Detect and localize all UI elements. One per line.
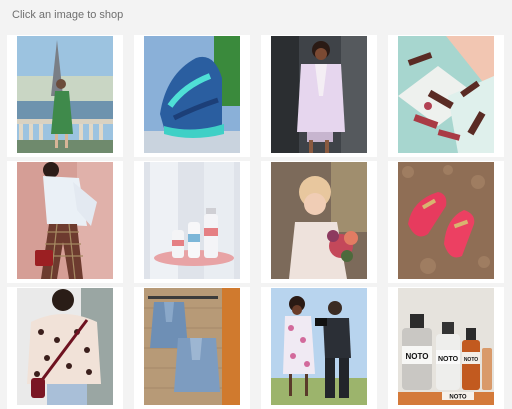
tile-lipsticks[interactable] bbox=[388, 35, 504, 157]
tile-floral-top[interactable] bbox=[7, 287, 123, 409]
noto-label-4: NOTO bbox=[449, 395, 467, 401]
teal-sneaker-image bbox=[144, 36, 240, 153]
tile-white-blouse[interactable] bbox=[7, 161, 123, 283]
bride-image bbox=[271, 162, 367, 279]
image-grid: NOTO NOTO NOTO NOTO bbox=[7, 35, 505, 409]
tile-teal-sneaker[interactable] bbox=[134, 35, 250, 157]
white-blouse-image bbox=[17, 162, 113, 279]
noto-label-1: NOTO bbox=[406, 352, 429, 361]
photo-shoot-image bbox=[271, 288, 367, 405]
denim-jackets-image bbox=[144, 288, 240, 405]
tile-noto-products[interactable]: NOTO NOTO NOTO NOTO bbox=[388, 287, 504, 409]
page-instruction: Click an image to shop bbox=[12, 9, 124, 21]
tile-skincare[interactable] bbox=[134, 161, 250, 283]
tile-photo-shoot[interactable] bbox=[261, 287, 377, 409]
tile-pink-loafers[interactable] bbox=[388, 161, 504, 283]
pink-blazer-image bbox=[271, 36, 367, 153]
skincare-image bbox=[144, 162, 240, 279]
tile-paris-outfit[interactable] bbox=[7, 35, 123, 157]
tile-bride[interactable] bbox=[261, 161, 377, 283]
pink-loafers-image bbox=[398, 162, 494, 279]
tile-denim-jackets[interactable] bbox=[134, 287, 250, 409]
noto-products-image: NOTO NOTO NOTO NOTO bbox=[398, 288, 494, 405]
floral-top-image bbox=[17, 288, 113, 405]
noto-label-3: NOTO bbox=[464, 357, 478, 363]
noto-label-2: NOTO bbox=[438, 356, 459, 363]
lipsticks-image bbox=[398, 36, 494, 153]
tile-pink-blazer[interactable] bbox=[261, 35, 377, 157]
paris-outfit-image bbox=[17, 36, 113, 153]
